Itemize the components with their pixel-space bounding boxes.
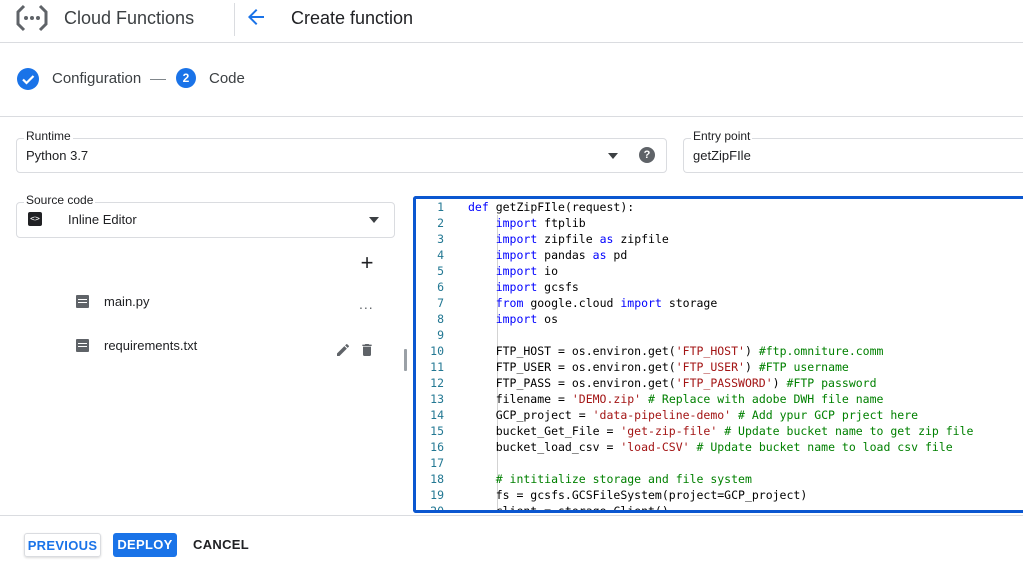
back-arrow-icon[interactable] — [244, 5, 268, 29]
more-options-button[interactable]: ... — [359, 296, 374, 312]
code-line-text[interactable]: from google.cloud import storage — [468, 295, 718, 311]
line-number: 11 — [430, 360, 444, 374]
file-icon — [76, 295, 89, 308]
code-line-text[interactable]: # intitialize storage and file system — [468, 471, 752, 487]
runtime-label: Runtime — [24, 129, 73, 143]
step-connector — [150, 79, 166, 80]
line-number: 5 — [437, 264, 444, 278]
page-title: Create function — [291, 8, 414, 28]
file-icon — [76, 339, 89, 352]
app-header: Cloud Functions Create function — [0, 0, 1023, 43]
cloud-functions-logo-icon — [16, 4, 48, 32]
line-number: 3 — [437, 232, 444, 246]
help-icon[interactable]: ? — [639, 147, 655, 163]
footer-actions: PREVIOUS DEPLOY CANCEL — [0, 515, 1023, 562]
entry-point-input[interactable]: getZipFIle — [693, 148, 751, 163]
code-line-text[interactable]: FTP_PASS = os.environ.get('FTP_PASSWORD'… — [468, 375, 877, 391]
line-number: 15 — [430, 424, 444, 438]
line-number: 2 — [437, 216, 444, 230]
code-line-text[interactable]: FTP_USER = os.environ.get('FTP_USER') #F… — [468, 359, 849, 375]
panel-resize-handle[interactable] — [404, 349, 407, 371]
code-line-text[interactable]: GCP_project = 'data-pipeline-demo' # Add… — [468, 407, 918, 423]
step2-number-badge: 2 — [176, 68, 196, 88]
check-icon — [22, 75, 35, 85]
product-title: Cloud Functions — [64, 8, 195, 28]
code-line-text[interactable]: client = storage.Client() — [468, 503, 669, 510]
code-line-text[interactable]: import os — [468, 311, 558, 327]
step-configuration-label[interactable]: Configuration — [52, 70, 141, 87]
runtime-select[interactable] — [16, 138, 667, 173]
code-line-text[interactable]: bucket_Get_File = 'get-zip-file' # Updat… — [468, 423, 974, 439]
code-editor[interactable]: 1 def getZipFIle(request): 2 import ftplib… — [413, 196, 1023, 513]
line-number: 17 — [430, 456, 444, 470]
line-number: 20 — [430, 504, 444, 513]
line-number: 1 — [437, 200, 444, 214]
line-number: 18 — [430, 472, 444, 486]
delete-icon[interactable] — [359, 342, 375, 358]
line-number: 13 — [430, 392, 444, 406]
stepper: Configuration 2 Code — [0, 43, 1023, 117]
line-number: 6 — [437, 280, 444, 294]
line-number: 16 — [430, 440, 444, 454]
step1-complete-badge[interactable] — [17, 68, 39, 90]
line-number: 7 — [437, 296, 444, 310]
edit-icon[interactable] — [335, 342, 351, 358]
code-line-text[interactable]: FTP_HOST = os.environ.get('FTP_HOST') #f… — [468, 343, 884, 359]
code-line-text[interactable]: fs = gcsfs.GCSFileSystem(project=GCP_pro… — [468, 487, 808, 503]
code-line-text[interactable]: def getZipFIle(request): — [468, 199, 634, 215]
code-icon: <> — [28, 212, 42, 226]
code-line-text[interactable]: import gcsfs — [468, 279, 579, 295]
line-number: 12 — [430, 376, 444, 390]
chevron-down-icon[interactable] — [369, 217, 379, 223]
previous-button[interactable]: PREVIOUS — [24, 533, 101, 557]
add-file-icon[interactable]: + — [359, 252, 375, 274]
code-line-text[interactable]: bucket_load_csv = 'load-CSV' # Update bu… — [468, 439, 953, 455]
code-line-text[interactable]: import ftplib — [468, 215, 586, 231]
deploy-button[interactable]: DEPLOY — [113, 533, 177, 557]
code-line-text[interactable]: import pandas as pd — [468, 247, 628, 263]
step-code-label: Code — [209, 70, 245, 87]
line-number: 9 — [437, 328, 444, 342]
runtime-value: Python 3.7 — [26, 148, 89, 163]
line-number: 4 — [437, 248, 444, 262]
source-code-label: Source code — [24, 193, 96, 207]
code-line-text[interactable]: filename = 'DEMO.zip' # Replace with ado… — [468, 391, 884, 407]
code-line-text[interactable]: import zipfile as zipfile — [468, 231, 669, 247]
line-number: 10 — [430, 344, 444, 358]
line-number: 14 — [430, 408, 444, 422]
line-number: 19 — [430, 488, 444, 502]
chevron-down-icon[interactable] — [608, 153, 618, 159]
entry-point-label: Entry point — [691, 129, 753, 143]
source-code-value: Inline Editor — [68, 212, 137, 227]
header-divider — [234, 3, 235, 36]
cancel-button[interactable]: CANCEL — [190, 533, 252, 557]
file-name[interactable]: main.py — [104, 294, 150, 309]
file-name[interactable]: requirements.txt — [104, 338, 197, 353]
code-line-text[interactable]: import io — [468, 263, 558, 279]
line-number: 8 — [437, 312, 444, 326]
